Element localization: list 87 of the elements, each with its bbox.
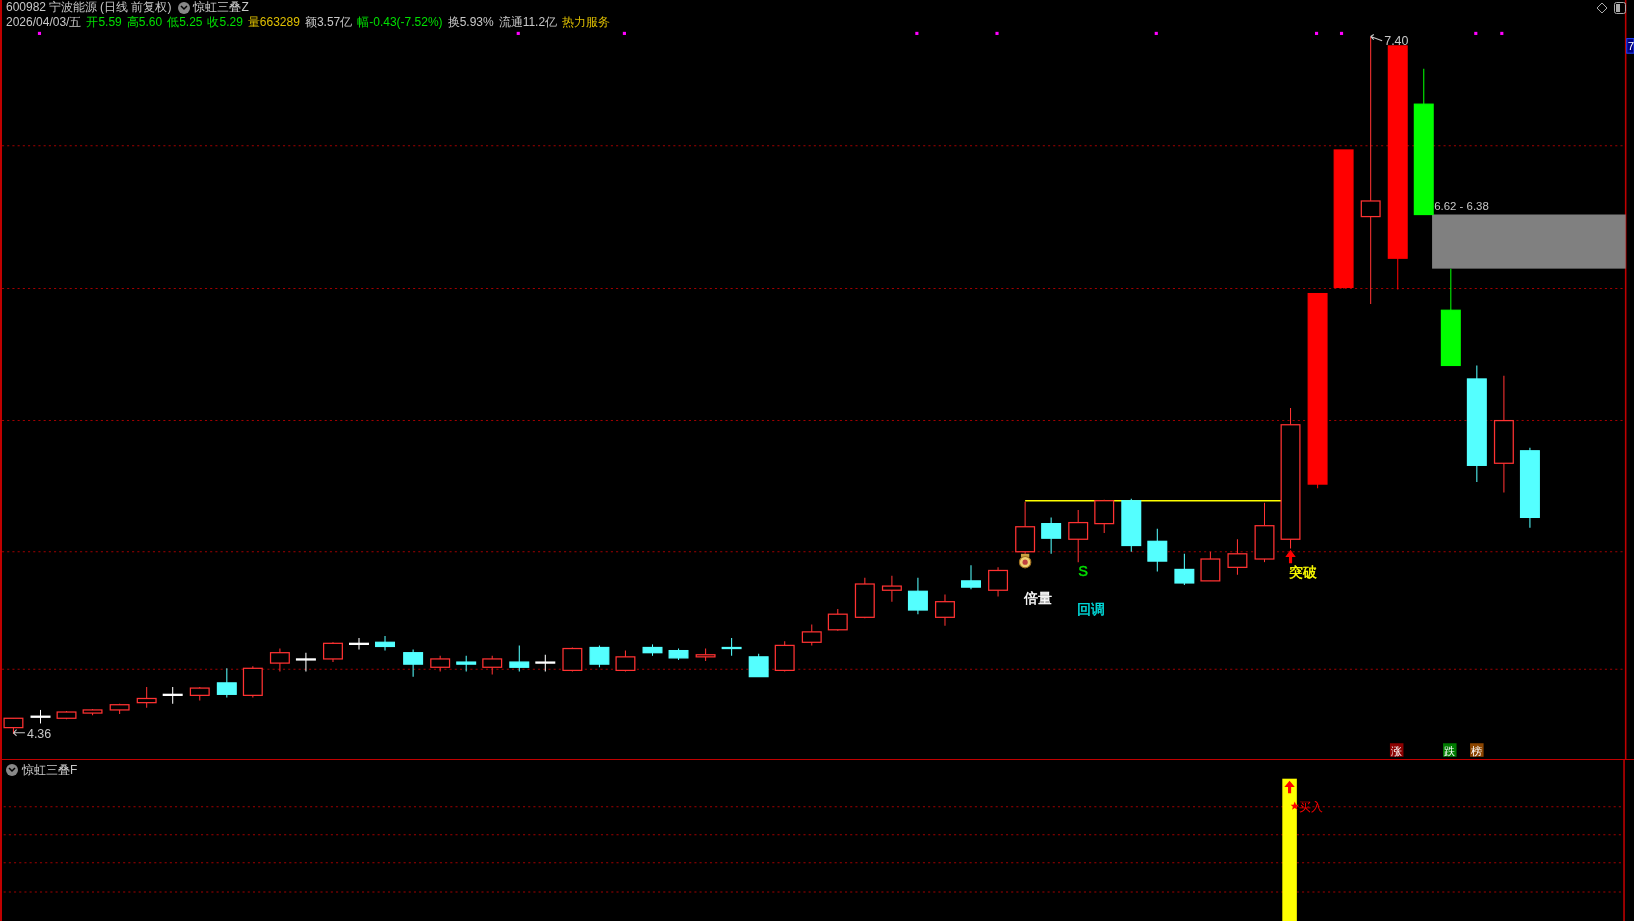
- star-icon: [1290, 801, 1299, 810]
- candlestick: [1041, 516, 1062, 555]
- indicator-name: 惊虹三叠F: [22, 762, 78, 779]
- quote-field: 热力服务: [562, 15, 611, 30]
- candlestick: [1254, 502, 1275, 563]
- candlestick: [1015, 501, 1036, 555]
- candlestick: [854, 577, 875, 619]
- candlestick: [988, 566, 1009, 597]
- candlestick: [1200, 551, 1221, 582]
- stock-name: 宁波能源: [49, 0, 98, 15]
- ranking-badge: 跌: [1443, 743, 1457, 757]
- up-arrow-icon: [1285, 549, 1296, 564]
- panel-toggle-icon[interactable]: [1614, 2, 1626, 14]
- candlestick: [801, 624, 822, 646]
- chevron-down-icon: [180, 4, 189, 11]
- candlestick: [935, 593, 955, 627]
- buy-signal-label: 买入: [1298, 799, 1323, 814]
- candlestick: [30, 709, 51, 724]
- high-price-label: 7.40: [1384, 33, 1409, 48]
- candlestick: [136, 686, 157, 709]
- quote-field: 开5.59: [86, 15, 122, 30]
- signal-label: 回调: [1077, 602, 1106, 618]
- chart-period: (日线 前复权): [100, 0, 172, 15]
- signal-label: S: [1078, 562, 1088, 579]
- candlestick: [1121, 498, 1142, 553]
- candlestick: [162, 686, 183, 705]
- up-arrow-icon: [1284, 780, 1295, 794]
- candlestick: [403, 649, 424, 678]
- candlestick: [189, 686, 210, 702]
- ranking-badge: 涨: [1389, 743, 1404, 757]
- candlestick: [216, 667, 237, 698]
- candlestick: [642, 643, 663, 657]
- candlestick: [827, 608, 848, 632]
- candlestick: [589, 644, 610, 668]
- ranking-badge: 榜: [1470, 743, 1484, 757]
- price-zone-label: 6.62 - 6.38: [1434, 200, 1489, 213]
- candlestick: [375, 635, 395, 652]
- axis-value-tag: 7: [1626, 38, 1634, 54]
- signal-label: 倍量: [1024, 590, 1053, 606]
- candlestick: [3, 717, 24, 735]
- candlestick: [907, 577, 928, 615]
- low-price-label: 4.36: [27, 727, 52, 742]
- candlestick: [748, 653, 769, 678]
- candlestick: [881, 575, 902, 603]
- candlestick: [82, 708, 103, 716]
- indicator-dropdown-button[interactable]: [178, 1, 191, 14]
- candlestick: [295, 652, 316, 672]
- candlestick: [349, 637, 369, 651]
- quote-field: 2026/04/03/五: [6, 15, 82, 30]
- candlestick: [269, 648, 290, 672]
- diamond-icon[interactable]: [1596, 2, 1608, 14]
- candlestick: [535, 654, 556, 672]
- indicator-dropdown-button[interactable]: [6, 764, 18, 776]
- stock-code: 600982: [6, 0, 47, 15]
- quote-field: 高5.60: [126, 15, 163, 30]
- candlestick: [1094, 499, 1115, 534]
- chevron-down-icon: [8, 767, 16, 773]
- candlestick: [615, 650, 636, 672]
- quote-field: 收5.29: [207, 15, 243, 30]
- candlestick: [562, 646, 583, 672]
- quote-field: 流通11.2亿: [498, 15, 558, 30]
- candlestick: [1227, 538, 1248, 576]
- candlestick: [1147, 528, 1168, 573]
- quote-field: 额3.57亿: [304, 15, 353, 30]
- candlestick: [482, 655, 503, 676]
- candlestick: [668, 648, 689, 661]
- candlestick: [56, 710, 77, 720]
- quote-field: 低5.25: [167, 15, 203, 30]
- candlestick: [961, 564, 981, 590]
- candlestick: [721, 637, 742, 657]
- candlestick: [509, 644, 530, 672]
- candlestick: [1174, 553, 1195, 586]
- quote-field: 幅-0.43(-7.52%): [357, 15, 443, 30]
- candlestick: [774, 640, 795, 672]
- candlestick: [456, 655, 477, 672]
- high-price-pointer-icon: [1370, 33, 1383, 42]
- candlestick: [695, 648, 716, 662]
- signal-label: 突破: [1289, 564, 1318, 580]
- quote-field: 量663289: [247, 15, 300, 30]
- candlestick: [242, 665, 263, 698]
- quote-field: 换5.93%: [447, 15, 494, 30]
- low-price-pointer-icon: [12, 729, 26, 737]
- candlestick: [430, 655, 451, 672]
- candlestick: [323, 641, 343, 663]
- candlestick: [109, 703, 130, 715]
- indicator-name: 惊虹三叠Z: [193, 0, 249, 15]
- candlestick: [1068, 509, 1089, 563]
